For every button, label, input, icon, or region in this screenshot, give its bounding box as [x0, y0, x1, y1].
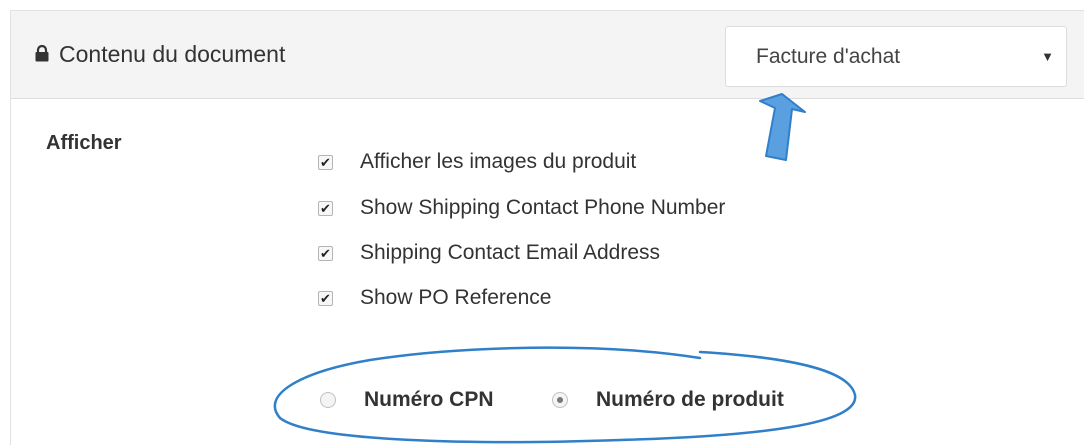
radio-label: Numéro CPN: [364, 388, 494, 411]
option-shipping-email[interactable]: ✔ Shipping Contact Email Address: [318, 238, 660, 268]
option-label: Show PO Reference: [360, 286, 552, 309]
checkbox-shipping-email[interactable]: ✔: [318, 245, 333, 261]
option-show-po-reference[interactable]: ✔ Show PO Reference: [318, 283, 551, 313]
panel-title: Contenu du document: [59, 41, 286, 67]
checkbox-show-shipping-phone[interactable]: ✔: [318, 200, 333, 216]
option-show-product-images[interactable]: ✔ Afficher les images du produit: [318, 147, 636, 177]
document-type-select-value: Facture d'achat: [756, 45, 901, 68]
radio-option-product-number[interactable]: Numéro de produit: [552, 383, 784, 417]
display-section-label: Afficher: [46, 132, 122, 154]
option-label: Show Shipping Contact Phone Number: [360, 196, 726, 219]
checkbox-show-po-reference[interactable]: ✔: [318, 290, 333, 306]
option-label: Afficher les images du produit: [360, 150, 637, 173]
document-type-select[interactable]: Facture d'achat ▼: [725, 26, 1067, 87]
radio-cpn-number[interactable]: [320, 392, 336, 408]
radio-option-cpn-number[interactable]: Numéro CPN: [320, 383, 494, 417]
radio-label: Numéro de produit: [596, 388, 784, 411]
radio-product-number[interactable]: [552, 392, 568, 408]
chevron-down-icon: ▼: [1041, 49, 1054, 64]
document-content-panel: Contenu du document Facture d'achat ▼ Af…: [10, 10, 1084, 445]
option-show-shipping-phone[interactable]: ✔ Show Shipping Contact Phone Number: [318, 193, 725, 223]
option-label: Shipping Contact Email Address: [360, 241, 660, 264]
checkbox-show-product-images[interactable]: ✔: [318, 154, 333, 170]
lock-icon: [35, 45, 49, 62]
panel-header: Contenu du document Facture d'achat ▼: [11, 11, 1084, 99]
